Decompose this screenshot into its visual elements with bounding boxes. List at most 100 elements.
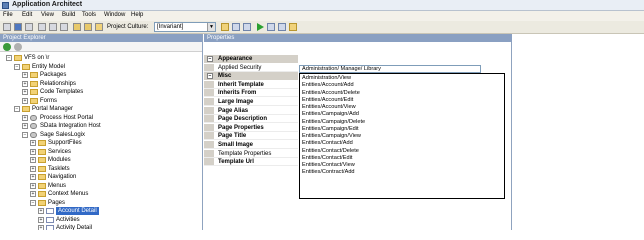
menu-view[interactable]: View — [41, 12, 54, 18]
expand-icon[interactable]: + — [30, 157, 36, 163]
collapse-icon[interactable]: − — [207, 56, 213, 62]
property-label: Template Url — [218, 159, 254, 166]
new-icon[interactable] — [3, 23, 11, 31]
expand-icon[interactable]: + — [30, 191, 36, 197]
property-gutter — [204, 132, 214, 140]
collapse-icon[interactable]: − — [6, 55, 12, 61]
dropdown-option[interactable]: Administration/View — [302, 75, 351, 82]
properties-header: Properties — [204, 34, 512, 42]
dropdown-option[interactable]: Entities/Campaign/View — [302, 133, 361, 140]
undo-icon[interactable] — [73, 23, 81, 31]
menu-build[interactable]: Build — [62, 12, 75, 18]
dropdown-option[interactable]: Entities/Account/Delete — [302, 90, 360, 97]
page-icon — [46, 225, 54, 230]
collapse-icon[interactable]: − — [22, 131, 28, 138]
build-icon[interactable] — [243, 23, 251, 31]
dropdown-option[interactable]: Entities/Campaign/Add — [302, 111, 359, 118]
dropdown-option[interactable]: Entities/Contact/Edit — [302, 155, 352, 162]
property-row[interactable]: Page Description — [204, 115, 298, 124]
property-row[interactable]: Page Properties — [204, 123, 298, 132]
expand-icon[interactable]: + — [22, 89, 28, 95]
paste-icon[interactable] — [60, 23, 68, 31]
dropdown-option[interactable]: Entities/Account/Edit — [302, 97, 353, 104]
property-row[interactable]: Applied Security — [204, 63, 298, 72]
page-icon — [46, 216, 54, 223]
expand-icon[interactable]: + — [22, 114, 28, 121]
tree-node-label: SData Integration Host — [40, 123, 101, 129]
project-culture-label: Project Culture: — [107, 24, 149, 30]
dropdown-option[interactable]: Entities/Contract/Add — [302, 169, 355, 176]
chevron-down-icon[interactable]: ▼ — [207, 23, 215, 31]
open-icon[interactable] — [95, 23, 103, 31]
property-gutter — [204, 115, 214, 123]
save-icon[interactable] — [14, 23, 22, 31]
menu-help[interactable]: Help — [131, 12, 143, 18]
dropdown-option[interactable]: Entities/Account/View — [302, 104, 356, 111]
applied-security-field[interactable]: Administration/ Manage/ Library — [299, 65, 481, 73]
dropdown-option[interactable]: Entities/Campaign/Delete — [302, 119, 365, 126]
properties-icon[interactable] — [232, 23, 240, 31]
property-category[interactable]: − Misc — [204, 72, 298, 81]
expand-icon[interactable]: + — [30, 182, 36, 189]
property-row[interactable]: Inherit Template — [204, 80, 298, 89]
property-row[interactable]: Template Url — [204, 158, 298, 167]
run-icon[interactable] — [256, 23, 264, 31]
menu-file[interactable]: File — [3, 12, 13, 18]
property-row[interactable]: Large Image — [204, 98, 298, 106]
deploy-icon[interactable] — [267, 23, 275, 31]
expand-icon[interactable]: + — [30, 140, 36, 146]
folder-icon[interactable] — [221, 23, 229, 31]
dropdown-option[interactable]: Entities/Campaign/Edit — [302, 126, 359, 133]
options-icon[interactable] — [14, 43, 22, 51]
toolbar: Project Culture: [Invariant] ▼ — [0, 21, 644, 34]
menu-window[interactable]: Window — [104, 12, 125, 18]
expand-icon[interactable]: + — [22, 72, 28, 78]
collapse-icon[interactable]: − — [14, 106, 20, 112]
package-icon[interactable] — [278, 23, 286, 31]
expand-icon[interactable]: + — [22, 80, 28, 87]
copy-icon[interactable] — [49, 23, 57, 31]
collapse-icon[interactable]: − — [207, 73, 213, 80]
dropdown-option[interactable]: Entities/Contact/Add — [302, 140, 353, 147]
property-category[interactable]: − Appearance — [204, 55, 298, 63]
expand-icon[interactable]: + — [38, 225, 44, 230]
property-row[interactable]: Inherits From — [204, 89, 298, 98]
collapse-icon[interactable]: − — [30, 199, 36, 206]
dropdown-option[interactable]: Entities/Contact/Delete — [302, 148, 359, 155]
folder-icon — [38, 157, 46, 163]
expand-icon[interactable]: + — [30, 174, 36, 180]
menu-bar: File Edit View Build Tools Window Help — [0, 11, 644, 21]
property-gutter — [204, 141, 214, 148]
expand-icon[interactable]: + — [30, 165, 36, 172]
property-row[interactable]: Page Title — [204, 132, 298, 141]
expand-icon[interactable]: + — [30, 148, 36, 155]
redo-icon[interactable] — [84, 23, 92, 31]
property-row[interactable]: Template Properties — [204, 149, 298, 158]
expand-icon[interactable]: + — [22, 97, 28, 104]
save-all-icon[interactable] — [25, 23, 33, 31]
collapse-icon[interactable]: − — [14, 63, 20, 70]
project-culture-select[interactable]: [Invariant] ▼ — [154, 22, 216, 32]
refresh-icon[interactable] — [3, 43, 11, 51]
property-row[interactable]: Small Image — [204, 141, 298, 149]
dropdown-option[interactable]: Entities/Account/Add — [302, 82, 354, 89]
menu-edit[interactable]: Edit — [22, 12, 32, 18]
app-icon — [2, 2, 9, 9]
project-explorer-panel: Project Explorer − VFS on \r − Entity Model… — [0, 34, 203, 230]
folder-icon — [38, 191, 46, 197]
property-row[interactable]: Page Alias — [204, 106, 298, 115]
expand-icon[interactable]: + — [38, 216, 44, 223]
folder-icon — [38, 140, 46, 146]
browse-icon[interactable] — [289, 23, 297, 31]
tree-node-label: Pages — [48, 199, 66, 206]
property-label: Appearance — [218, 56, 253, 62]
cut-icon[interactable] — [38, 23, 46, 31]
security-dropdown-list[interactable]: Administration/View Entities/Account/Add E… — [299, 73, 505, 199]
expand-icon[interactable]: + — [38, 208, 44, 214]
expand-icon[interactable]: + — [22, 123, 28, 129]
property-label: Applied Security — [218, 64, 262, 71]
dropdown-option[interactable]: Entities/Contact/View — [302, 162, 355, 169]
property-label: Large Image — [218, 99, 254, 105]
menu-tools[interactable]: Tools — [82, 12, 96, 18]
tree-node-label: Activity Detail — [56, 225, 93, 230]
